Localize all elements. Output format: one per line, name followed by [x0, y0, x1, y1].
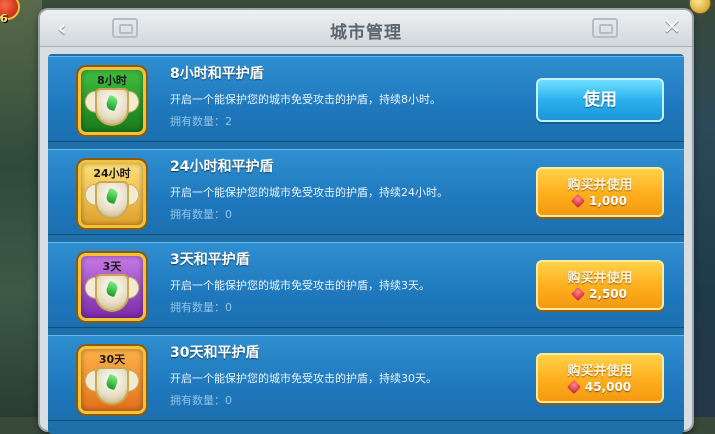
city-management-dialog: ‹ 城市管理 ✕ 8小时 8小时和平护盾 开启一个能保护您的城市免受攻击的护盾，… [40, 10, 692, 434]
coin-icon [689, 0, 711, 14]
list-item-shield-3d: 3天 3天和平护盾 开启一个能保护您的城市免受攻击的护盾，持续3天。 拥有数量：… [48, 242, 684, 328]
buy-and-use-button[interactable]: 购买并使用 1,000 [536, 167, 664, 217]
shield-icon [95, 274, 129, 312]
shield-3d-icon: 3天 [78, 253, 146, 321]
item-quantity: 拥有数量：0 [170, 206, 232, 222]
shield-icon [95, 88, 129, 126]
dialog-titlebar: ‹ 城市管理 ✕ [40, 10, 692, 47]
buy-label: 购买并使用 [567, 178, 633, 193]
item-name: 3天和平护盾 [170, 252, 250, 268]
quantity-label: 拥有数量： [170, 394, 225, 407]
quantity-value: 2 [225, 115, 232, 128]
quantity-value: 0 [225, 301, 232, 314]
icon-duration-label: 24小时 [93, 167, 131, 180]
shield-item-list: 8小时 8小时和平护盾 开启一个能保护您的城市免受攻击的护盾，持续8小时。 拥有… [48, 54, 684, 434]
shield-24h-icon: 24小时 [78, 160, 146, 228]
shield-8h-icon: 8小时 [78, 67, 146, 135]
shield-icon [95, 181, 129, 219]
price: 2,500 [538, 286, 662, 302]
price-value: 2,500 [589, 287, 627, 301]
quantity-label: 拥有数量： [170, 301, 225, 314]
list-item-shield-24h: 24小时 24小时和平护盾 开启一个能保护您的城市免受攻击的护盾，持续24小时。… [48, 149, 684, 235]
item-description: 开启一个能保护您的城市免受攻击的护盾，持续3天。 [170, 279, 430, 292]
corner-value: 6 [0, 12, 8, 25]
ornament-right-icon [592, 18, 618, 38]
background-left: 6 [0, 0, 42, 417]
icon-duration-label: 8小时 [97, 74, 127, 87]
price: 1,000 [538, 193, 662, 209]
quantity-value: 0 [225, 208, 232, 221]
icon-duration-label: 30天 [98, 353, 126, 366]
item-description: 开启一个能保护您的城市免受攻击的护盾，持续30天。 [170, 372, 437, 385]
gem-icon [570, 286, 586, 302]
item-name: 8小时和平护盾 [170, 66, 264, 82]
buy-and-use-button[interactable]: 购买并使用 2,500 [536, 260, 664, 310]
item-quantity: 拥有数量：0 [170, 299, 232, 315]
item-quantity: 拥有数量：0 [170, 392, 232, 408]
item-description: 开启一个能保护您的城市免受攻击的护盾，持续8小时。 [170, 93, 441, 106]
price: 45,000 [538, 379, 662, 395]
icon-duration-label: 3天 [102, 260, 122, 273]
shield-icon [95, 367, 129, 405]
close-button[interactable]: ✕ [658, 14, 686, 42]
item-name: 30天和平护盾 [170, 345, 260, 361]
buy-and-use-button[interactable]: 购买并使用 45,000 [536, 353, 664, 403]
item-name: 24小时和平护盾 [170, 159, 274, 175]
use-button[interactable]: 使用 [536, 78, 664, 122]
list-item-shield-8h: 8小时 8小时和平护盾 开启一个能保护您的城市免受攻击的护盾，持续8小时。 拥有… [48, 56, 684, 142]
gem-icon [566, 379, 581, 395]
gem-icon [570, 193, 586, 209]
quantity-value: 0 [225, 394, 232, 407]
quantity-label: 拥有数量： [170, 208, 225, 221]
list-item-shield-30d: 30天 30天和平护盾 开启一个能保护您的城市免受攻击的护盾，持续30天。 拥有… [48, 335, 684, 421]
item-quantity: 拥有数量：2 [170, 113, 232, 129]
quantity-label: 拥有数量： [170, 115, 225, 128]
item-description: 开启一个能保护您的城市免受攻击的护盾，持续24小时。 [170, 186, 448, 199]
price-value: 1,000 [589, 194, 627, 208]
buy-label: 购买并使用 [567, 364, 633, 379]
shield-30d-icon: 30天 [78, 346, 146, 414]
price-value: 45,000 [584, 380, 632, 394]
buy-label: 购买并使用 [567, 271, 633, 286]
